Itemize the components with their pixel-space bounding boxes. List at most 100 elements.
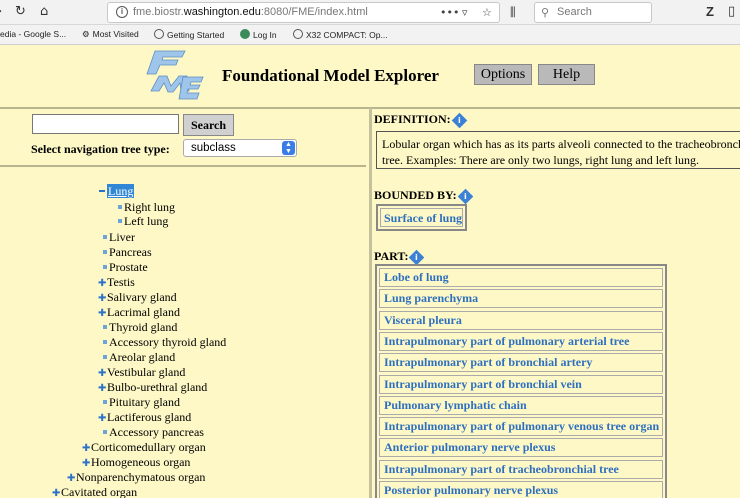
expand-icon[interactable]: ✚ bbox=[98, 367, 106, 381]
tree-item-label[interactable]: Accessory pancreas bbox=[109, 425, 204, 439]
home-icon[interactable]: ⌂ bbox=[40, 4, 48, 20]
part-link[interactable]: Intrapulmonary part of tracheobronchial … bbox=[379, 459, 663, 479]
bookmark-star-icon[interactable]: ☆ bbox=[482, 3, 492, 22]
tree-item[interactable]: Accessory pancreas bbox=[102, 425, 204, 439]
bounded-by-link[interactable]: Surface of lung bbox=[380, 208, 463, 227]
site-info-icon[interactable]: i bbox=[116, 6, 128, 18]
expand-icon[interactable]: ✚ bbox=[67, 472, 75, 486]
part-link[interactable]: Intrapulmonary part of bronchial artery bbox=[379, 353, 663, 373]
tree-item-label[interactable]: Nonparenchymatous organ bbox=[76, 470, 205, 484]
info-icon[interactable]: i bbox=[451, 112, 467, 129]
tree-item[interactable]: ✚Nonparenchymatous organ bbox=[67, 470, 205, 486]
tree-item[interactable]: ✚Testis bbox=[98, 275, 135, 291]
tree-item-label[interactable]: Cavitated organ bbox=[61, 485, 137, 498]
tree-item[interactable]: Prostate bbox=[102, 260, 148, 274]
collapse-icon[interactable] bbox=[99, 189, 105, 192]
tree-item[interactable]: Lung bbox=[99, 184, 135, 198]
part-link[interactable]: Lobe of lung bbox=[379, 268, 663, 287]
tree-item[interactable]: Liver bbox=[102, 230, 135, 244]
browser-search-placeholder: Search bbox=[557, 6, 592, 18]
bookmark-most-visited[interactable]: ⚙ Most Visited bbox=[82, 29, 139, 40]
help-button[interactable]: Help bbox=[538, 64, 595, 85]
part-link[interactable]: Lung parenchyma bbox=[379, 289, 663, 309]
expand-icon[interactable]: ✚ bbox=[98, 292, 106, 306]
tree-item[interactable]: Right lung bbox=[117, 200, 175, 214]
pocket-icon[interactable]: ▿ bbox=[462, 3, 468, 22]
tree-item[interactable]: ✚Salivary gland bbox=[98, 290, 177, 306]
tree-item-label[interactable]: Lacrimal gland bbox=[107, 305, 180, 319]
tree-item-label[interactable]: Homogeneous organ bbox=[91, 455, 190, 469]
tree-item-label[interactable]: Salivary gland bbox=[107, 290, 177, 304]
zotero-icon[interactable]: Z bbox=[706, 4, 714, 20]
tree-item-label[interactable]: Bulbo-urethral gland bbox=[107, 380, 207, 394]
left-divider bbox=[0, 165, 366, 167]
expand-icon[interactable]: ✚ bbox=[82, 442, 90, 456]
expand-icon[interactable]: ✚ bbox=[98, 382, 106, 396]
fme-logo bbox=[146, 50, 204, 100]
tree-item[interactable]: ✚Vestibular gland bbox=[98, 365, 185, 381]
tree-item[interactable]: ✚Lactiferous gland bbox=[98, 410, 191, 426]
expand-icon[interactable]: ✚ bbox=[98, 277, 106, 291]
tree-item-label[interactable]: Testis bbox=[107, 275, 135, 289]
tree-item-label[interactable]: Prostate bbox=[109, 260, 148, 274]
tree-item-label[interactable]: Lung bbox=[107, 184, 135, 198]
expand-icon[interactable]: ✚ bbox=[98, 412, 106, 426]
part-link[interactable]: Posterior pulmonary nerve plexus bbox=[379, 481, 663, 498]
info-icon[interactable]: i bbox=[409, 249, 425, 266]
tree-type-select[interactable]: subclass ▲ ▼ bbox=[183, 139, 297, 157]
page-actions-icon[interactable]: ••• bbox=[440, 3, 459, 22]
expand-icon[interactable]: ✚ bbox=[82, 457, 90, 471]
tree-item[interactable]: ✚Lacrimal gland bbox=[98, 305, 180, 321]
options-button[interactable]: Options bbox=[474, 64, 532, 85]
part-link[interactable]: Anterior pulmonary nerve plexus bbox=[379, 438, 663, 458]
tree-item[interactable]: Areolar gland bbox=[102, 350, 175, 364]
part-link[interactable]: Intrapulmonary part of pulmonary venous … bbox=[379, 417, 663, 437]
tree-item-label[interactable]: Lactiferous gland bbox=[107, 410, 191, 424]
forward-icon[interactable]: › bbox=[0, 4, 2, 20]
part-link[interactable]: Pulmonary lymphatic chain bbox=[379, 395, 663, 415]
sidebar-icon[interactable]: ▯ bbox=[728, 4, 735, 20]
info-icon[interactable]: i bbox=[457, 188, 473, 205]
part-link[interactable]: Visceral pleura bbox=[379, 310, 663, 330]
search-button[interactable]: Search bbox=[183, 114, 234, 136]
leaf-bullet-icon bbox=[103, 430, 107, 435]
bookmark-getting-started[interactable]: Getting Started bbox=[154, 29, 224, 40]
bookmark-log-in[interactable]: Log In bbox=[240, 29, 277, 40]
tree-item-label[interactable]: Left lung bbox=[124, 214, 168, 228]
tree-item[interactable]: Thyroid gland bbox=[102, 320, 177, 334]
tree-item-label[interactable]: Areolar gland bbox=[109, 350, 175, 364]
expand-icon[interactable]: ✚ bbox=[98, 307, 106, 321]
tree-item-label[interactable]: Right lung bbox=[124, 200, 175, 214]
bookmark-x32[interactable]: X32 COMPACT: Op... bbox=[293, 29, 388, 40]
tree-item[interactable]: Left lung bbox=[117, 214, 168, 228]
tree-item-label[interactable]: Pancreas bbox=[109, 245, 152, 259]
tree-item[interactable]: ✚Bulbo-urethral gland bbox=[98, 380, 207, 396]
pane-divider[interactable] bbox=[369, 108, 372, 498]
tree-item-label[interactable]: Vestibular gland bbox=[107, 365, 185, 379]
chevron-updown-icon: ▲ ▼ bbox=[282, 141, 295, 155]
tree-item-label[interactable]: Accessory thyroid gland bbox=[109, 335, 226, 349]
search-input[interactable] bbox=[32, 114, 179, 134]
definition-text: Lobular organ which has as its parts alv… bbox=[382, 137, 740, 151]
tree-item-label[interactable]: Pituitary gland bbox=[109, 395, 180, 409]
tree-item-label[interactable]: Liver bbox=[109, 230, 135, 244]
browser-search-box[interactable]: ⚲ Search bbox=[534, 2, 652, 23]
tree-item[interactable]: Pancreas bbox=[102, 245, 152, 259]
part-link[interactable]: Intrapulmonary part of pulmonary arteria… bbox=[379, 331, 663, 351]
url-bar[interactable]: i fme.biostr.washington.edu:8080/FME/ind… bbox=[107, 2, 500, 23]
tree-item[interactable]: Accessory thyroid gland bbox=[102, 335, 226, 349]
tree-item-label[interactable]: Corticomedullary organ bbox=[91, 440, 206, 454]
expand-icon[interactable]: ✚ bbox=[52, 487, 60, 498]
bookmarks-bar: edia - Google S... ⚙ Most Visited Getting… bbox=[0, 25, 740, 45]
library-icon[interactable]: ⫼ bbox=[510, 4, 516, 20]
reload-icon[interactable]: ↻ bbox=[15, 4, 26, 20]
tree-item[interactable]: ✚Homogeneous organ bbox=[82, 455, 190, 471]
bookmark-item[interactable]: edia - Google S... bbox=[0, 29, 66, 39]
tree-item[interactable]: ✚Corticomedullary organ bbox=[82, 440, 206, 456]
part-link[interactable]: Intrapulmonary part of bronchial vein bbox=[379, 374, 663, 394]
tree-item[interactable]: Pituitary gland bbox=[102, 395, 180, 409]
leaf-bullet-icon bbox=[103, 340, 107, 345]
tree-item[interactable]: ✚Cavitated organ bbox=[52, 485, 137, 498]
page-title: Foundational Model Explorer bbox=[222, 66, 439, 85]
tree-item-label[interactable]: Thyroid gland bbox=[109, 320, 177, 334]
